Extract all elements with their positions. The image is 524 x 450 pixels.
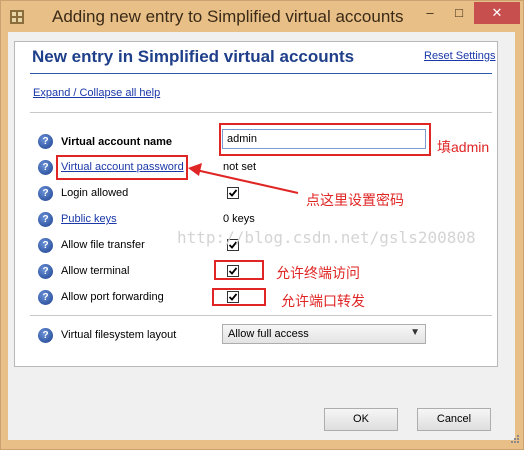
annotation-allow-terminal: 允许终端访问 bbox=[276, 265, 360, 281]
annotation-allow-port-forwarding: 允许端口转发 bbox=[281, 293, 365, 309]
annotation-arrow bbox=[188, 163, 299, 194]
annotation-fill-admin: 填admin bbox=[437, 139, 490, 155]
annotation-set-password: 点这里设置密码 bbox=[306, 192, 404, 208]
